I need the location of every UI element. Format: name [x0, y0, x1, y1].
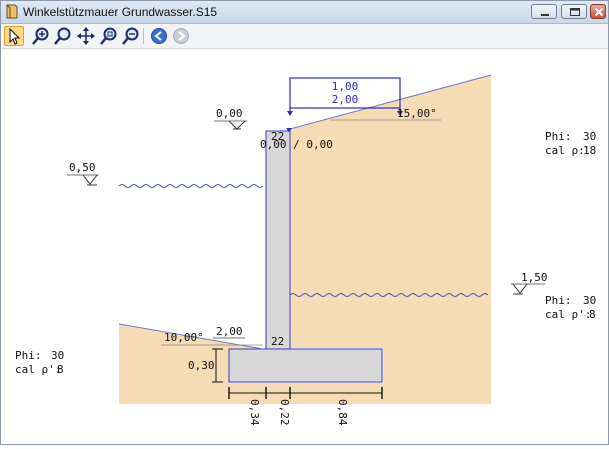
cursor-icon	[9, 27, 21, 45]
soil-lower-phi-value: 30	[583, 294, 596, 307]
zoom-out-button[interactable]	[121, 26, 141, 46]
slope-angle-left: 10,00°	[164, 331, 204, 344]
select-tool-button[interactable]	[4, 26, 24, 46]
soil-lower-phi-label: Phi:	[545, 294, 572, 307]
minimize-icon	[541, 14, 549, 16]
forward-button[interactable]	[171, 26, 191, 46]
close-button[interactable]	[590, 4, 606, 19]
load-arrowhead-left	[287, 111, 293, 116]
soil-lower-gamma-value: 8	[589, 308, 596, 321]
wall-top-levels: 0,00 / 0,00	[260, 138, 333, 151]
dim-heel-label: 0,84	[336, 399, 349, 426]
toolbar-separator	[143, 28, 144, 44]
soil-lower-gamma-label: cal ρ':	[545, 308, 591, 321]
zoom-fit-button[interactable]	[99, 26, 119, 46]
soil-upper-gamma-label: cal ρ:	[545, 144, 585, 157]
load-top-value: 1,00	[332, 80, 359, 93]
wall-bottom-thickness: 22	[271, 335, 284, 348]
drawing-canvas[interactable]: 1,00 2,00 15,00° 0,00 22 0,00 / 0,00 0,5…	[1, 49, 608, 444]
dim-stem-label: 0,22	[278, 399, 291, 426]
zoom-window-icon	[54, 27, 71, 45]
pan-icon	[77, 27, 95, 45]
soil-upper-phi-value: 30	[583, 130, 596, 143]
app-icon	[6, 4, 18, 19]
dim-toe-label: 0,34	[248, 399, 261, 426]
footing-height-label: 0,30	[188, 359, 215, 372]
close-icon	[594, 7, 604, 17]
pan-button[interactable]	[76, 26, 96, 46]
water-wave-left	[118, 184, 264, 188]
back-button[interactable]	[149, 26, 169, 46]
ground-level-label: 0,00	[216, 107, 243, 120]
soil-left-gamma-label: cal ρ':	[15, 363, 61, 376]
wall-drawing: 1,00 2,00 15,00° 0,00 22 0,00 / 0,00 0,5…	[15, 74, 596, 426]
application-window: Winkelstützmauer Grundwasser.S15 1,00 2,…	[0, 0, 609, 445]
soil-upper-gamma-value: 18	[583, 144, 596, 157]
zoom-window-button[interactable]	[53, 26, 73, 46]
zoom-fit-icon	[100, 27, 117, 45]
wall-footing	[228, 348, 383, 383]
zoom-in-icon	[32, 27, 49, 45]
water-level-right-label: 1,50	[521, 271, 548, 284]
wall-stem	[265, 130, 291, 350]
soil-upper-phi-label: Phi:	[545, 130, 572, 143]
slope-angle-right: 15,00°	[397, 107, 437, 120]
soil-left-phi-value: 30	[51, 349, 64, 362]
zoom-out-icon	[122, 27, 139, 45]
load-bottom-value: 2,00	[332, 93, 359, 106]
title-bar: Winkelstützmauer Grundwasser.S15	[1, 1, 608, 24]
soil-left-phi-label: Phi:	[15, 349, 42, 362]
forward-arrow-icon	[173, 28, 189, 44]
water-level-right-icon	[512, 283, 528, 294]
maximize-button[interactable]	[561, 4, 587, 19]
water-level-left-icon	[82, 174, 98, 185]
toolbar	[1, 24, 608, 49]
window-title: Winkelstützmauer Grundwasser.S15	[23, 5, 218, 19]
zoom-in-button[interactable]	[31, 26, 51, 46]
level-marker-icon	[228, 120, 246, 130]
maximize-icon	[570, 8, 580, 16]
minimize-button[interactable]	[531, 4, 557, 19]
back-arrow-icon	[151, 28, 167, 44]
water-level-left-label: 0,50	[69, 161, 96, 174]
front-height-label: 2,00	[216, 325, 243, 338]
soil-left-gamma-value: 8	[57, 363, 64, 376]
